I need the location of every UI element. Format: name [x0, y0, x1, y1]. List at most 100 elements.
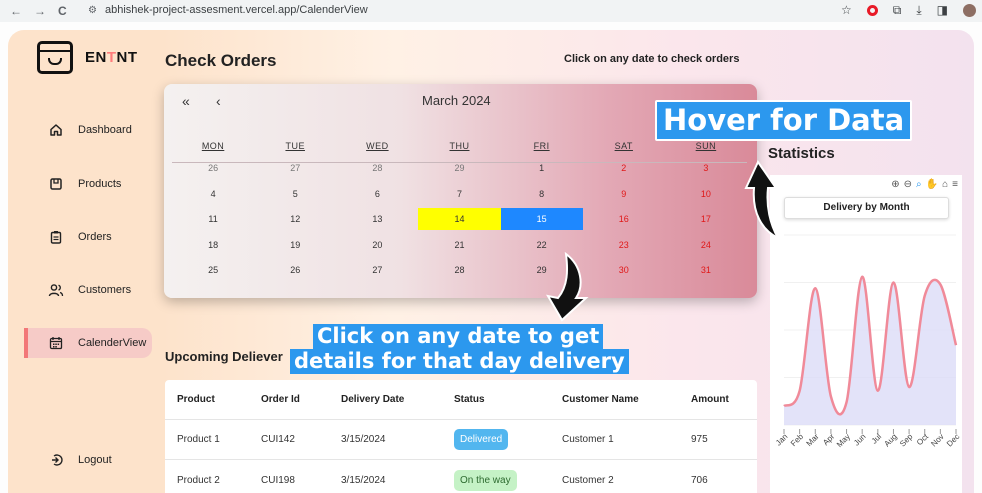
calendar-day[interactable]: 4 — [172, 183, 254, 205]
calendar-day[interactable]: 31 — [665, 259, 747, 281]
calendar-day[interactable]: 3 — [665, 157, 747, 179]
chart-data-point[interactable] — [923, 294, 927, 298]
calendar-week-row: 11 12 13 14 15 16 17 — [172, 208, 747, 230]
logo[interactable]: ENTNT — [37, 41, 138, 74]
click-date-callout-line2: details for that day delivery — [290, 349, 629, 374]
home-reset-icon[interactable]: ⌂ — [942, 179, 948, 190]
product-cell: Product 2 — [177, 474, 220, 486]
address-bar[interactable]: ⚙ abhishek-project-assesment.vercel.app/… — [88, 0, 368, 20]
chart-data-point[interactable] — [891, 281, 895, 285]
chart-data-point[interactable] — [798, 389, 802, 393]
calendar-day[interactable]: 28 — [336, 157, 418, 179]
calendar-day[interactable]: 5 — [254, 183, 336, 205]
sidebar-item-label: Dashboard — [78, 124, 132, 136]
chart-data-point[interactable] — [954, 343, 958, 347]
delivery-area-chart[interactable]: Jan Feb Mar AprMay Jun Jul Aug Sep Oct Nov Dec — [770, 225, 962, 493]
logout-button[interactable]: Logout — [24, 445, 152, 475]
delivery-date-cell: 3/15/2024 — [341, 474, 386, 486]
sidebar-item-label: CalenderView — [78, 337, 147, 349]
calendar-day[interactable]: 10 — [665, 183, 747, 205]
calendar-day[interactable]: 27 — [254, 157, 336, 179]
calendar-week-row: 18 19 20 21 22 23 24 — [172, 234, 747, 256]
sidebar-item-label: Orders — [78, 231, 112, 243]
search-zoom-icon[interactable]: ⌕ — [916, 179, 922, 190]
prev-month-button[interactable]: ‹ — [216, 93, 221, 109]
calendar-day[interactable]: 15 — [500, 208, 583, 230]
calendar-day[interactable]: 24 — [665, 234, 747, 256]
status-badge: On the way — [454, 469, 517, 491]
sidebar-item-orders[interactable]: Orders — [24, 222, 152, 252]
opera-icon[interactable] — [866, 4, 878, 16]
sidebar-item-label: Customers — [78, 284, 132, 296]
calendar-day[interactable]: 25 — [172, 259, 254, 281]
calendar-day[interactable]: 27 — [336, 259, 418, 281]
browser-actions: ☆ ⧉ ⤓ ◨ — [841, 0, 976, 20]
calendar-month-label[interactable]: March 2024 — [422, 93, 491, 108]
column-header: Product — [177, 394, 215, 405]
calendar-day[interactable]: 2 — [583, 157, 665, 179]
calendar-day[interactable]: 6 — [336, 183, 418, 205]
x-axis-tick-label: Jul — [870, 432, 884, 446]
calendar-day[interactable]: 1 — [501, 157, 583, 179]
forward-arrow-icon[interactable]: → — [34, 4, 46, 18]
tune-icon[interactable]: ⚙ — [88, 5, 97, 16]
pan-icon[interactable]: ✋ — [926, 179, 938, 190]
x-axis-tick-label: Feb — [789, 432, 806, 449]
sidebar-item-dashboard[interactable]: Dashboard — [24, 115, 152, 145]
table-row[interactable]: Product 1 CUI142 3/15/2024 Delivered Cus… — [165, 420, 757, 460]
page-hint: Click on any date to check orders — [564, 53, 740, 65]
calendar-day[interactable]: 19 — [254, 234, 336, 256]
column-header: Order Id — [261, 394, 300, 405]
chart-data-point[interactable] — [829, 395, 833, 399]
calendar-day[interactable]: 16 — [583, 208, 665, 230]
sidebar-item-calenderview[interactable]: CalenderView — [24, 328, 152, 358]
home-icon — [48, 122, 64, 138]
profile-avatar[interactable] — [963, 3, 976, 17]
chart-data-point[interactable] — [860, 275, 864, 279]
click-date-callout-line1: Click on any date to get — [313, 324, 604, 349]
back-arrow-icon[interactable]: ← — [10, 4, 22, 18]
arrow-up-icon — [744, 159, 781, 241]
calendar-day[interactable]: 29 — [418, 157, 500, 179]
chart-data-point[interactable] — [813, 286, 817, 290]
chart-data-point[interactable] — [938, 282, 942, 286]
chart-data-point[interactable] — [876, 389, 880, 393]
calendar-week-row: 4 5 6 7 8 9 10 — [172, 183, 747, 205]
calendar-day[interactable]: 30 — [583, 259, 665, 281]
calendar-day[interactable]: 26 — [254, 259, 336, 281]
side-panel-icon[interactable]: ◨ — [937, 3, 948, 17]
x-axis-tick-label: Nov — [929, 432, 945, 448]
calendar-day[interactable]: 13 — [336, 208, 418, 230]
calendar-day[interactable]: 7 — [418, 183, 500, 205]
zoom-in-icon[interactable]: ⊕ — [891, 179, 899, 190]
calendar-day[interactable]: 17 — [665, 208, 747, 230]
chart-area-fill — [784, 276, 956, 425]
menu-icon[interactable]: ≡ — [952, 179, 958, 190]
calendar-day[interactable]: 26 — [172, 157, 254, 179]
calendar-day[interactable]: 14 — [418, 208, 501, 230]
calendar-day[interactable]: 11 — [172, 208, 254, 230]
sidebar-item-customers[interactable]: Customers — [24, 275, 152, 305]
zoom-out-icon[interactable]: ⊖ — [904, 179, 912, 190]
calendar-day[interactable]: 12 — [254, 208, 336, 230]
calendar-day[interactable]: 18 — [172, 234, 254, 256]
sidebar-item-products[interactable]: Products — [24, 169, 152, 199]
prev-year-button[interactable]: « — [182, 93, 190, 109]
chart-data-point[interactable] — [907, 385, 911, 389]
download-icon[interactable]: ⤓ — [916, 3, 921, 18]
extensions-icon[interactable]: ⧉ — [893, 3, 902, 18]
calendar-day[interactable]: 21 — [418, 234, 500, 256]
chart-data-point[interactable] — [845, 400, 849, 404]
reload-icon[interactable]: C — [58, 4, 67, 18]
calendar-day[interactable]: 28 — [418, 259, 500, 281]
calendar-day[interactable]: 20 — [336, 234, 418, 256]
calendar-day[interactable]: 23 — [583, 234, 665, 256]
bookmark-star-icon[interactable]: ☆ — [841, 3, 852, 17]
calendar-day[interactable]: 8 — [501, 183, 583, 205]
delivery-date-cell: 3/15/2024 — [341, 434, 386, 445]
customer-name-cell: Customer 1 — [562, 434, 614, 445]
chart-data-point[interactable] — [782, 404, 786, 408]
calendar-week-row: 26 27 28 29 1 2 3 — [172, 157, 747, 179]
calendar-day[interactable]: 9 — [583, 183, 665, 205]
table-row[interactable]: Product 2 CUI198 3/15/2024 On the way Cu… — [165, 460, 757, 493]
